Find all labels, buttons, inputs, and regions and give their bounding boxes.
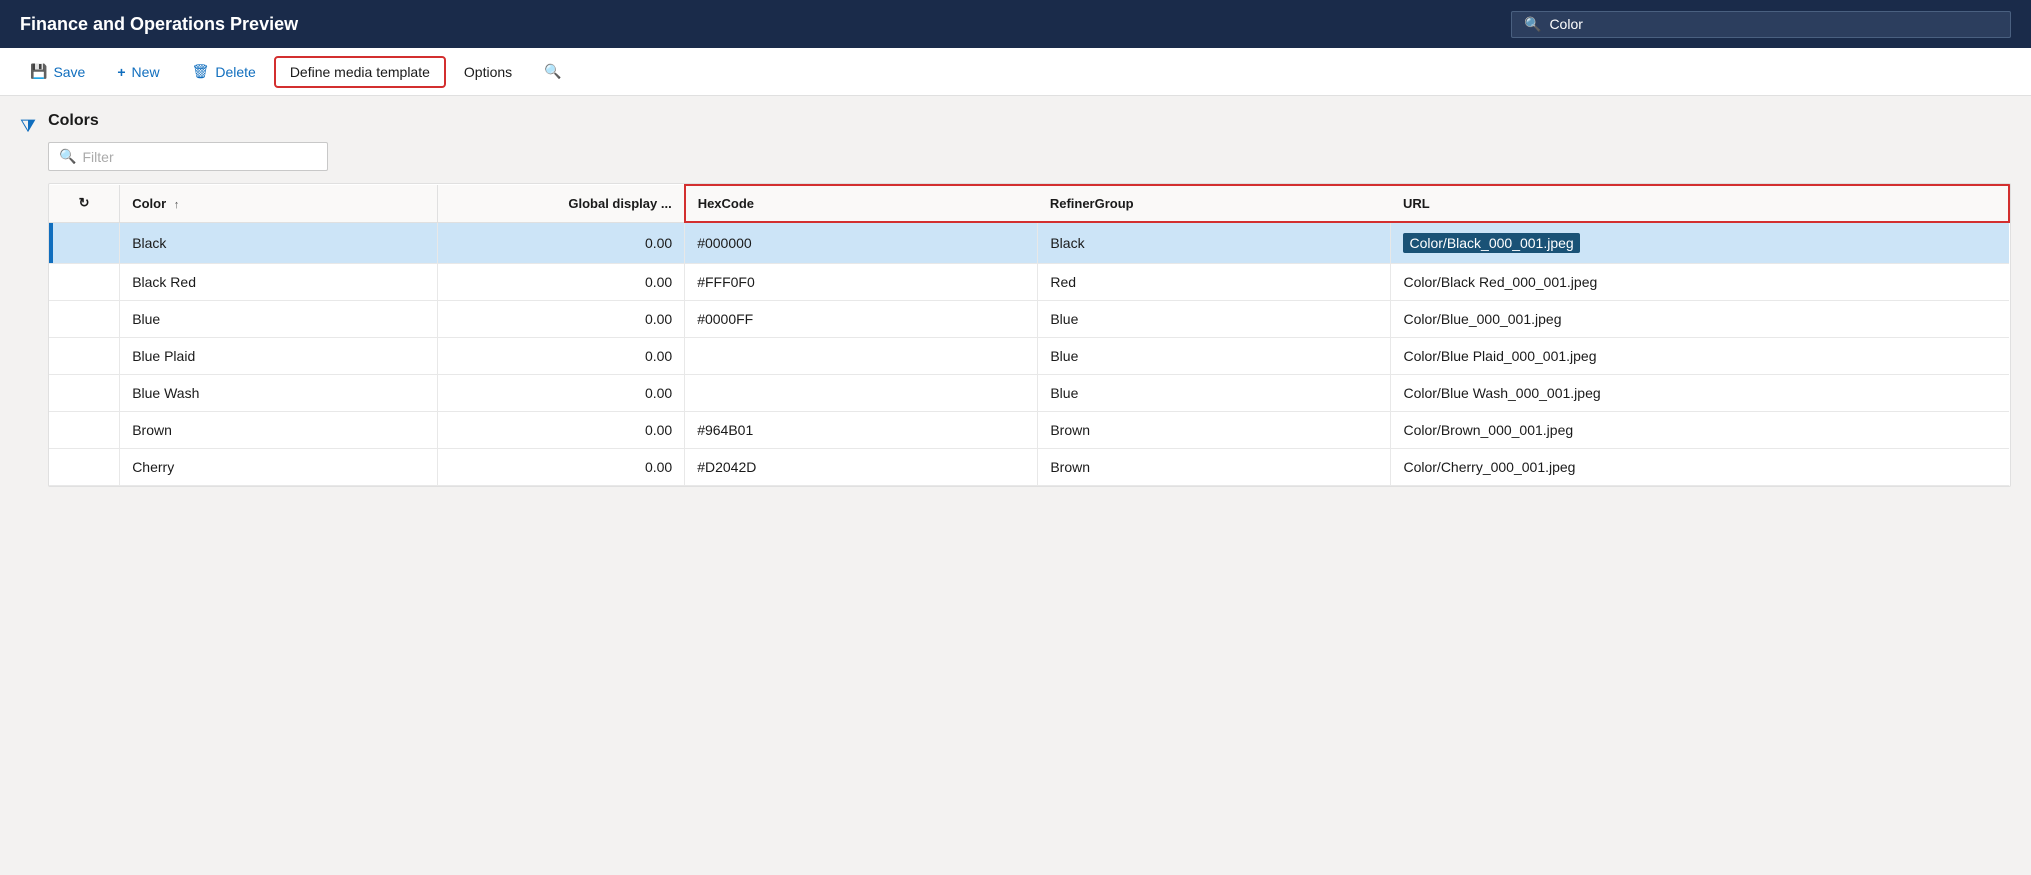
filter-icon[interactable]: ⧩	[20, 116, 36, 136]
cell-hexcode	[685, 375, 1038, 412]
cell-url: Color/Cherry_000_001.jpeg	[1391, 449, 2009, 486]
search-icon: 🔍	[1524, 16, 1541, 33]
global-search[interactable]: 🔍	[1511, 11, 2011, 38]
row-indicator-cell	[49, 264, 120, 301]
row-indicator-cell	[49, 338, 120, 375]
url-selected-value: Color/Black_000_001.jpeg	[1403, 233, 1579, 253]
col-refresh[interactable]: ↻	[49, 185, 120, 222]
content-area: ⧩ Colors 🔍 ↻	[0, 96, 2031, 875]
colors-table: ↻ Color ↑ Global display ... HexCode	[48, 183, 2011, 487]
cell-url: Color/Brown_000_001.jpeg	[1391, 412, 2009, 449]
table-row[interactable]: Blue Wash 0.00 Blue Color/Blue Wash_000_…	[49, 375, 2009, 412]
sort-asc-icon: ↑	[174, 199, 180, 211]
cell-global-display: 0.00	[438, 412, 685, 449]
table-row[interactable]: Black 0.00 #000000 Black Color/Black_000…	[49, 222, 2009, 264]
filter-search-icon: 🔍	[59, 148, 76, 165]
row-indicator-cell	[49, 449, 120, 486]
cell-url: Color/Blue Plaid_000_001.jpeg	[1391, 338, 2009, 375]
define-media-template-button[interactable]: Define media template	[274, 56, 446, 88]
filter-area: 🔍	[48, 142, 2011, 171]
cell-hexcode: #D2042D	[685, 449, 1038, 486]
table-row[interactable]: Cherry 0.00 #D2042D Brown Color/Cherry_0…	[49, 449, 2009, 486]
cell-refiner-group: Brown	[1038, 449, 1391, 486]
row-indicator-cell	[49, 301, 120, 338]
toolbar-search-icon: 🔍	[544, 63, 561, 80]
filter-input-wrap[interactable]: 🔍	[48, 142, 328, 171]
options-button[interactable]: Options	[450, 58, 526, 86]
cell-refiner-group: Red	[1038, 264, 1391, 301]
cell-color: Blue Wash	[120, 375, 438, 412]
cell-url[interactable]: Color/Black_000_001.jpeg	[1391, 222, 2009, 264]
save-button[interactable]: 💾 Save	[16, 57, 99, 86]
toolbar-search-button[interactable]: 🔍	[530, 57, 575, 86]
new-button[interactable]: + New	[103, 58, 173, 86]
row-indicator-cell	[49, 375, 120, 412]
cell-global-display: 0.00	[438, 222, 685, 264]
cell-global-display: 0.00	[438, 264, 685, 301]
cell-global-display: 0.00	[438, 301, 685, 338]
table-row[interactable]: Black Red 0.00 #FFF0F0 Red Color/Black R…	[49, 264, 2009, 301]
col-hexcode[interactable]: HexCode	[685, 185, 1038, 222]
top-bar: Finance and Operations Preview 🔍	[0, 0, 2031, 48]
cell-url: Color/Blue_000_001.jpeg	[1391, 301, 2009, 338]
cell-global-display: 0.00	[438, 338, 685, 375]
section-title: Colors	[48, 112, 2011, 130]
cell-color: Blue	[120, 301, 438, 338]
cell-refiner-group: Black	[1038, 222, 1391, 264]
refresh-icon[interactable]: ↻	[79, 195, 90, 210]
cell-color: Black	[120, 222, 438, 264]
cell-hexcode: #964B01	[685, 412, 1038, 449]
new-icon: +	[117, 64, 125, 80]
cell-global-display: 0.00	[438, 375, 685, 412]
filter-input[interactable]	[83, 149, 318, 165]
table-header-row: ↻ Color ↑ Global display ... HexCode	[49, 185, 2009, 222]
app-title: Finance and Operations Preview	[20, 14, 1491, 35]
cell-hexcode: #0000FF	[685, 301, 1038, 338]
col-url[interactable]: URL	[1391, 185, 2009, 222]
cell-hexcode: #FFF0F0	[685, 264, 1038, 301]
cell-global-display: 0.00	[438, 449, 685, 486]
col-color[interactable]: Color ↑	[120, 185, 438, 222]
cell-refiner-group: Brown	[1038, 412, 1391, 449]
delete-button[interactable]: 🗑 Delete	[178, 57, 270, 86]
delete-icon: 🗑	[192, 63, 210, 80]
row-indicator-cell	[49, 222, 120, 264]
cell-color: Blue Plaid	[120, 338, 438, 375]
table-row[interactable]: Brown 0.00 #964B01 Brown Color/Brown_000…	[49, 412, 2009, 449]
cell-refiner-group: Blue	[1038, 338, 1391, 375]
table-row[interactable]: Blue Plaid 0.00 Blue Color/Blue Plaid_00…	[49, 338, 2009, 375]
cell-refiner-group: Blue	[1038, 375, 1391, 412]
col-refiner-group[interactable]: RefinerGroup	[1038, 185, 1391, 222]
cell-refiner-group: Blue	[1038, 301, 1391, 338]
save-icon: 💾	[30, 63, 47, 80]
row-indicator-cell	[49, 412, 120, 449]
cell-color: Brown	[120, 412, 438, 449]
cell-color: Black Red	[120, 264, 438, 301]
col-global-display[interactable]: Global display ...	[438, 185, 685, 222]
cell-url: Color/Black Red_000_001.jpeg	[1391, 264, 2009, 301]
global-search-input[interactable]	[1549, 16, 1998, 32]
table-row[interactable]: Blue 0.00 #0000FF Blue Color/Blue_000_00…	[49, 301, 2009, 338]
cell-color: Cherry	[120, 449, 438, 486]
cell-url: Color/Blue Wash_000_001.jpeg	[1391, 375, 2009, 412]
toolbar: 💾 Save + New 🗑 Delete Define media templ…	[0, 48, 2031, 96]
cell-hexcode	[685, 338, 1038, 375]
cell-hexcode: #000000	[685, 222, 1038, 264]
